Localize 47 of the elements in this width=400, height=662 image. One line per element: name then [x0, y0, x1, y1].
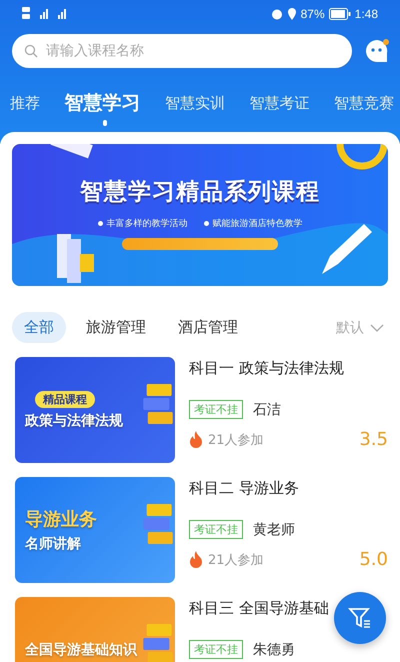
- fire-icon: [189, 551, 203, 568]
- filter-chip[interactable]: 旅游管理: [74, 312, 158, 343]
- teacher-name: 朱德勇: [253, 640, 295, 658]
- course-title[interactable]: 科目三 全国导游基础: [189, 599, 388, 618]
- battery-icon: [328, 8, 351, 20]
- chat-icon[interactable]: [364, 38, 390, 64]
- search-icon: [24, 44, 38, 58]
- thumbnail-caption: 全国导游基础知识: [25, 641, 137, 659]
- banner-title: 智慧学习精品系列课程: [80, 178, 320, 207]
- banner-bullet: 丰富多样的教学活动: [106, 218, 188, 230]
- participant-count: 21人参加: [208, 432, 264, 448]
- teacher-name: 石洁: [253, 400, 281, 418]
- bullet-icon: [204, 221, 208, 226]
- filter-chip[interactable]: 酒店管理: [166, 312, 250, 343]
- thumbnail-badge: 精品课程: [35, 390, 95, 408]
- fire-icon: [189, 431, 203, 448]
- filter-chip[interactable]: 全部: [12, 312, 66, 343]
- battery-percent: 87%: [300, 7, 325, 21]
- course-tag: 考证不挂: [189, 400, 243, 419]
- course-thumbnail[interactable]: 全国导游基础知识: [15, 597, 175, 662]
- filter-button[interactable]: [334, 592, 386, 644]
- thumbnail-caption: 政策与法律法规: [25, 412, 123, 430]
- participant-count: 21人参加: [208, 552, 264, 568]
- thumbnail-caption: 名师讲解: [25, 535, 81, 553]
- promo-banner[interactable]: 智慧学习精品系列课程 丰富多样的教学活动 赋能旅游酒店特色教学: [12, 144, 388, 286]
- course-rating: 5.0: [359, 549, 388, 570]
- bullet-icon: [98, 221, 102, 226]
- filter-icon: [348, 606, 372, 630]
- thumbnail-caption: 导游业务: [25, 508, 97, 531]
- category-tab[interactable]: 推荐: [10, 94, 40, 118]
- category-tab[interactable]: 智慧实训: [165, 94, 225, 118]
- category-tab[interactable]: 智慧竞赛: [334, 94, 394, 118]
- course-tag: 考证不挂: [189, 520, 243, 539]
- search-field[interactable]: 请输入课程名称: [12, 34, 352, 68]
- course-title[interactable]: 科目一 政策与法律法规: [189, 359, 388, 378]
- banner-bullet: 赋能旅游酒店特色教学: [212, 218, 302, 230]
- chevron-down-icon: [370, 324, 384, 332]
- clock: 1:48: [354, 7, 378, 21]
- category-tab[interactable]: 智慧考证: [250, 94, 310, 118]
- course-rating: 3.5: [359, 429, 388, 450]
- location-icon: [286, 8, 297, 20]
- course-tag: 考证不挂: [189, 640, 243, 659]
- course-title[interactable]: 科目二 导游业务: [189, 479, 388, 498]
- teacher-name: 黄老师: [253, 520, 295, 538]
- sort-dropdown[interactable]: 默认: [332, 318, 388, 336]
- course-thumbnail[interactable]: 导游业务 名师讲解: [15, 477, 175, 583]
- course-thumbnail[interactable]: 精品课程 政策与法律法规: [15, 357, 175, 463]
